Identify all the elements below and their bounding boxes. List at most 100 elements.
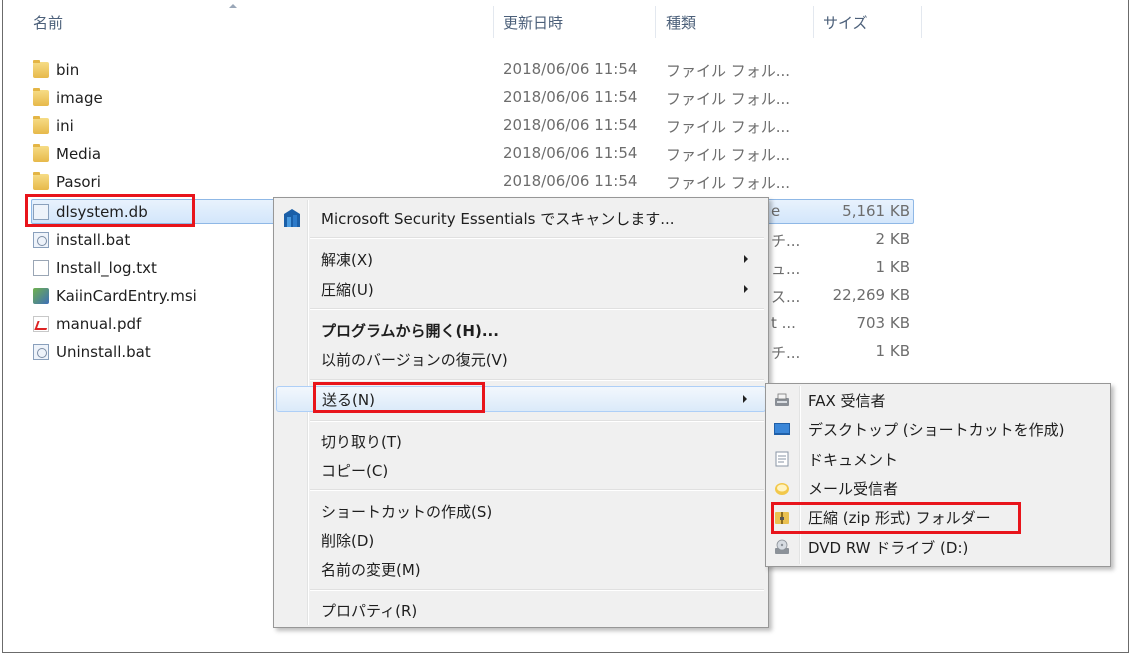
file-name: Install_log.txt — [56, 258, 157, 277]
submenu-arrow-icon — [744, 255, 748, 263]
file-row-manual-pdf[interactable]: manual.pdf — [33, 312, 141, 335]
column-header-type-label: 種類 — [666, 13, 697, 32]
send-to-dvd-drive-label: DVD RW ドライブ (D:) — [808, 538, 969, 557]
file-date: 2018/06/06 11:54 — [503, 172, 638, 190]
menu-item-create-shortcut[interactable]: ショートカットの作成(S) — [276, 498, 766, 524]
menu-item-copy-label: コピー(C) — [321, 461, 389, 480]
file-size: 1 KB — [875, 258, 910, 276]
file-row-install-log[interactable]: Install_log.txt — [33, 256, 157, 279]
send-to-dvd-drive[interactable]: DVD RW ドライブ (D:) — [768, 534, 1108, 560]
folder-icon — [33, 59, 49, 78]
sort-ascending-icon — [229, 4, 237, 8]
file-row-install-bat[interactable]: install.bat — [33, 228, 130, 251]
file-name: install.bat — [56, 230, 131, 249]
file-row-image[interactable]: image — [33, 86, 103, 109]
menu-item-properties[interactable]: プロパティ(R) — [276, 597, 766, 623]
menu-item-compress[interactable]: 圧縮(U) — [276, 276, 766, 302]
file-row-ini[interactable]: ini — [33, 114, 74, 137]
column-header-size[interactable]: サイズ — [823, 0, 868, 44]
file-type: ファイル フォル... — [666, 90, 791, 108]
send-to-desktop-label: デスクトップ (ショートカットを作成) — [808, 420, 1065, 439]
menu-item-extract-label: 解凍(X) — [321, 250, 373, 269]
menu-separator — [310, 489, 764, 491]
mail-icon — [775, 483, 789, 495]
file-date: 2018/06/06 11:54 — [503, 116, 638, 134]
send-to-mail-label: メール受信者 — [808, 479, 899, 498]
column-divider[interactable] — [493, 6, 494, 38]
pdf-file-icon — [33, 315, 49, 332]
menu-item-open-with-label: プログラムから開く(H)... — [321, 321, 499, 340]
installer-icon — [33, 287, 49, 304]
file-row-media[interactable]: Media — [33, 142, 101, 165]
file-row-bin[interactable]: bin — [33, 58, 79, 81]
folder-icon — [33, 143, 49, 162]
menu-item-open-with[interactable]: プログラムから開く(H)... — [276, 317, 766, 343]
menu-item-delete-label: 削除(D) — [321, 531, 375, 550]
send-to-documents-label: ドキュメント — [808, 450, 899, 469]
column-header-name[interactable]: 名前 — [33, 0, 63, 44]
column-header-modified-label: 更新日時 — [503, 13, 564, 32]
menu-item-delete[interactable]: 削除(D) — [276, 527, 766, 553]
file-type: t ... — [771, 314, 796, 332]
menu-item-scan-label: Microsoft Security Essentials でスキャンします..… — [321, 209, 675, 228]
file-type: ファイル フォル... — [666, 62, 791, 80]
file-row-uninstall-bat[interactable]: Uninstall.bat — [33, 340, 151, 363]
explorer-window: 名前 更新日時 種類 サイズ bin 2018/06/06 11:54 ファイル… — [2, 0, 1129, 653]
folder-icon — [33, 115, 49, 134]
menu-item-cut[interactable]: 切り取り(T) — [276, 428, 766, 454]
menu-separator — [310, 379, 764, 381]
file-type: ス... — [771, 288, 801, 306]
menu-item-extract[interactable]: 解凍(X) — [276, 246, 766, 272]
file-size: 703 KB — [856, 314, 910, 332]
file-row-pasori[interactable]: Pasori — [33, 170, 101, 193]
context-menu: Microsoft Security Essentials でスキャンします..… — [273, 197, 769, 628]
send-to-documents[interactable]: ドキュメント — [768, 446, 1108, 472]
send-to-desktop[interactable]: デスクトップ (ショートカットを作成) — [768, 416, 1108, 442]
menu-separator — [310, 420, 764, 422]
send-to-submenu: FAX 受信者 デスクトップ (ショートカットを作成) ドキュメント メール受信… — [765, 383, 1111, 567]
file-row-dlsystem-db[interactable]: dlsystem.db — [33, 200, 148, 223]
menu-separator — [310, 589, 764, 591]
security-essentials-icon — [284, 209, 300, 227]
column-header-name-label: 名前 — [33, 13, 64, 32]
folder-icon — [33, 87, 49, 106]
send-to-zip-folder-label: 圧縮 (zip 形式) フォルダー — [808, 508, 991, 527]
column-header-modified[interactable]: 更新日時 — [503, 0, 563, 44]
send-to-zip-folder[interactable]: 圧縮 (zip 形式) フォルダー — [768, 504, 1108, 530]
file-type: チ... — [771, 344, 801, 362]
file-name: KaiinCardEntry.msi — [56, 286, 197, 305]
file-name: ini — [56, 116, 74, 135]
menu-separator — [310, 237, 764, 239]
column-header-type[interactable]: 種類 — [666, 0, 696, 44]
file-size: 2 KB — [875, 230, 910, 248]
submenu-arrow-icon — [744, 285, 748, 293]
batch-file-icon — [33, 231, 49, 248]
menu-item-cut-label: 切り取り(T) — [321, 432, 402, 451]
column-divider[interactable] — [655, 6, 656, 38]
menu-item-restore-versions[interactable]: 以前のバージョンの復元(V) — [276, 346, 766, 372]
file-type: ファイル フォル... — [666, 118, 791, 136]
menu-item-send-to[interactable]: 送る(N) — [276, 386, 766, 412]
send-to-fax-label: FAX 受信者 — [808, 391, 886, 410]
file-name: manual.pdf — [56, 314, 142, 333]
menu-item-compress-label: 圧縮(U) — [321, 280, 374, 299]
file-row-kaiincardentry-msi[interactable]: KaiinCardEntry.msi — [33, 284, 197, 307]
file-size: 5,161 KB — [842, 202, 910, 220]
file-type: ュ... — [771, 260, 801, 278]
database-file-icon — [33, 203, 49, 220]
menu-item-rename[interactable]: 名前の変更(M) — [276, 556, 766, 582]
file-date: 2018/06/06 11:54 — [503, 144, 638, 162]
menu-item-copy[interactable]: コピー(C) — [276, 457, 766, 483]
batch-file-icon — [33, 343, 49, 360]
file-name: Pasori — [56, 172, 101, 191]
menu-item-scan[interactable]: Microsoft Security Essentials でスキャンします..… — [276, 205, 766, 231]
file-size: 22,269 KB — [832, 286, 910, 304]
send-to-fax[interactable]: FAX 受信者 — [768, 387, 1108, 413]
column-divider[interactable] — [921, 6, 922, 38]
zip-folder-icon — [775, 512, 789, 524]
file-name: Media — [56, 144, 102, 163]
column-divider[interactable] — [813, 6, 814, 38]
file-type: ファイル フォル... — [666, 174, 791, 192]
send-to-mail[interactable]: メール受信者 — [768, 475, 1108, 501]
file-name: dlsystem.db — [56, 202, 148, 221]
